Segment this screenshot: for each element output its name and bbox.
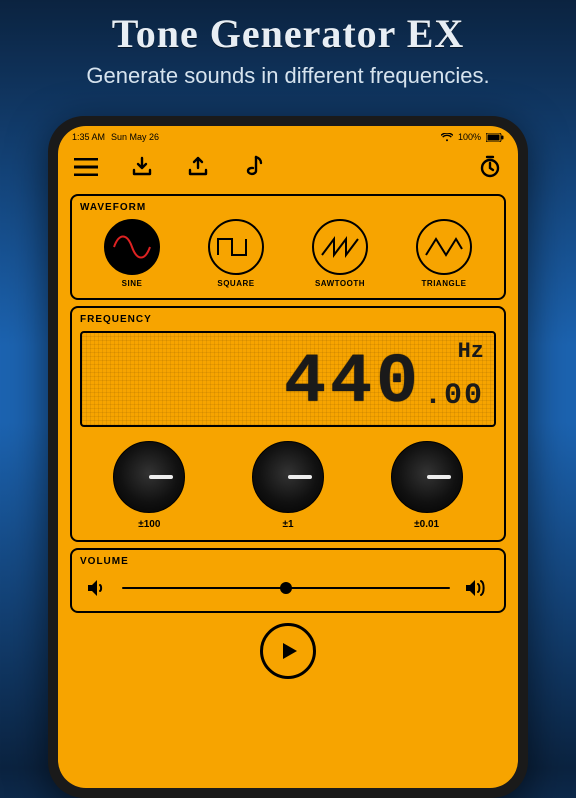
knob-fine[interactable]: [391, 441, 463, 513]
waveform-sine[interactable]: SINE: [104, 219, 160, 288]
volume-panel: VOLUME: [70, 548, 506, 613]
knob-label: ±100: [138, 519, 160, 530]
share-button[interactable]: [184, 153, 212, 181]
device-frame: 1:35 AM Sun May 26 100%: [48, 116, 528, 798]
volume-thumb[interactable]: [280, 582, 292, 594]
waveform-label: SINE: [122, 279, 143, 288]
battery-icon: [486, 133, 504, 142]
promo-subtitle: Generate sounds in different frequencies…: [0, 63, 576, 89]
knob-medium[interactable]: [252, 441, 324, 513]
status-battery: 100%: [458, 132, 481, 142]
play-button[interactable]: [260, 623, 316, 679]
frequency-integer: 440: [284, 349, 422, 419]
menu-button[interactable]: [72, 153, 100, 181]
promo-title: Tone Generator EX: [0, 10, 576, 57]
waveform-panel: WAVEFORM SINE SQUARE: [70, 194, 506, 300]
waveform-sawtooth[interactable]: SAWTOOTH: [312, 219, 368, 288]
volume-heading: VOLUME: [80, 556, 496, 567]
status-time: 1:35 AM: [72, 132, 105, 142]
frequency-panel: FREQUENCY Hz 440 .00 ±100 ±1 ±0.01: [70, 306, 506, 542]
timer-button[interactable]: [476, 153, 504, 181]
frequency-display[interactable]: Hz 440 .00: [80, 331, 496, 427]
waveform-triangle[interactable]: TRIANGLE: [416, 219, 472, 288]
toolbar: [58, 146, 518, 188]
status-date: Sun May 26: [111, 132, 159, 142]
knob-coarse[interactable]: [113, 441, 185, 513]
status-bar: 1:35 AM Sun May 26 100%: [58, 126, 518, 146]
volume-slider[interactable]: [122, 587, 450, 589]
knob-label: ±0.01: [414, 519, 439, 530]
wifi-icon: [441, 133, 453, 142]
triangle-icon: [416, 219, 472, 275]
volume-high-icon[interactable]: [464, 577, 490, 599]
sine-icon: [104, 219, 160, 275]
load-button[interactable]: [128, 153, 156, 181]
waveform-label: TRIANGLE: [422, 279, 467, 288]
square-icon: [208, 219, 264, 275]
waveform-heading: WAVEFORM: [80, 202, 496, 213]
knob-label: ±1: [282, 519, 293, 530]
note-button[interactable]: [240, 153, 268, 181]
sawtooth-icon: [312, 219, 368, 275]
frequency-heading: FREQUENCY: [80, 314, 496, 325]
frequency-decimal: .00: [424, 379, 484, 413]
volume-low-icon[interactable]: [86, 578, 108, 598]
frequency-unit: Hz: [458, 339, 484, 364]
waveform-label: SAWTOOTH: [315, 279, 365, 288]
app-screen: 1:35 AM Sun May 26 100%: [58, 126, 518, 788]
waveform-square[interactable]: SQUARE: [208, 219, 264, 288]
waveform-label: SQUARE: [217, 279, 254, 288]
